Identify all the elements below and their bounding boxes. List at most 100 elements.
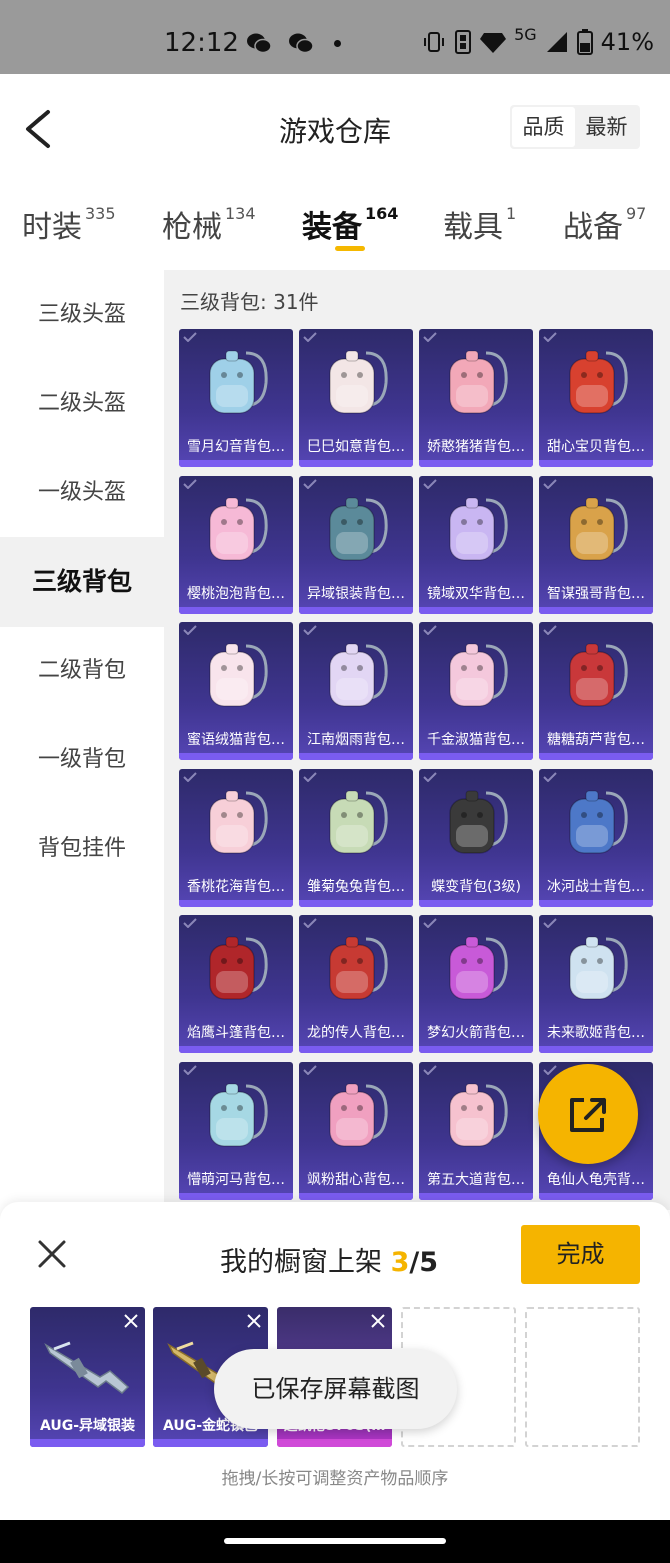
- sort-newest[interactable]: 最新: [575, 107, 638, 147]
- backpack-image: [449, 643, 508, 707]
- check-icon: [183, 332, 197, 342]
- item-card[interactable]: 巳巳如意背包…: [299, 329, 413, 467]
- rarity-strip: [179, 1193, 293, 1200]
- diamond-icon: [480, 33, 507, 53]
- check-icon: [543, 1065, 557, 1075]
- wechat-icon: [289, 33, 314, 54]
- signal-icon: [546, 32, 567, 52]
- item-name: 雏菊兔兔背包…: [307, 879, 405, 895]
- tab-label: 载具: [443, 210, 503, 245]
- backpack-image: [209, 497, 268, 561]
- backpack-image: [449, 790, 508, 854]
- item-card[interactable]: 龙的传人背包…: [299, 915, 413, 1053]
- nfc-icon: [455, 30, 472, 54]
- check-icon: [183, 479, 197, 489]
- backpack-image: [209, 643, 268, 707]
- item-card[interactable]: 樱桃泡泡背包…: [179, 476, 293, 614]
- item-card[interactable]: 雏菊兔兔背包…: [299, 769, 413, 907]
- backpack-image: [569, 350, 628, 414]
- item-name: 龙的传人背包…: [307, 1025, 405, 1041]
- rarity-strip: [153, 1439, 268, 1447]
- showcase-slot-1[interactable]: AUG-异域银装: [30, 1307, 145, 1447]
- tab-label: 装备: [302, 210, 362, 245]
- tab-equipment[interactable]: 装备 164: [302, 202, 398, 246]
- item-card[interactable]: 雪月幻音背包…: [179, 329, 293, 467]
- tab-count: 335: [85, 204, 116, 223]
- item-name: 江南烟雨背包…: [307, 732, 405, 748]
- tab-guns[interactable]: 枪械 134: [162, 202, 256, 246]
- subcategory-sidebar: 三级头盔 二级头盔 一级头盔 三级背包 二级背包 一级背包 背包挂件: [0, 270, 164, 1210]
- item-card[interactable]: 未来歌姬背包…: [539, 915, 653, 1053]
- check-icon: [183, 772, 197, 782]
- done-button[interactable]: 完成: [521, 1225, 640, 1284]
- item-name: 甜心宝贝背包…: [547, 439, 645, 455]
- tab-label: 枪械: [162, 210, 222, 245]
- check-icon: [423, 625, 437, 635]
- item-card[interactable]: 飒粉甜心背包…: [299, 1062, 413, 1200]
- backpack-image: [329, 936, 388, 1000]
- item-name: 龟仙人龟壳背…: [547, 1172, 645, 1188]
- remove-icon[interactable]: [246, 1313, 262, 1329]
- sidebar-item-backpack-lv3[interactable]: 三级背包: [0, 537, 164, 627]
- item-card[interactable]: 智谋强哥背包…: [539, 476, 653, 614]
- backpack-image: [209, 1083, 268, 1147]
- item-card[interactable]: 冰河战士背包…: [539, 769, 653, 907]
- item-card[interactable]: 梦幻火箭背包…: [419, 915, 533, 1053]
- sort-toggle: 品质 最新: [510, 105, 640, 149]
- check-icon: [303, 918, 317, 928]
- tab-fashion[interactable]: 时装 335: [22, 202, 116, 246]
- check-icon: [303, 332, 317, 342]
- sidebar-item-helmet-lv1[interactable]: 一级头盔: [0, 448, 164, 538]
- item-name: 焰鹰斗篷背包…: [187, 1025, 285, 1041]
- system-nav-bar: [0, 1520, 670, 1563]
- check-icon: [423, 1065, 437, 1075]
- rarity-strip: [539, 900, 653, 907]
- battery-icon: [576, 29, 593, 55]
- sidebar-item-backpack-lv2[interactable]: 二级背包: [0, 626, 164, 716]
- sidebar-item-backpack-lv1[interactable]: 一级背包: [0, 715, 164, 805]
- item-card[interactable]: 蝶变背包(3级): [419, 769, 533, 907]
- item-card[interactable]: 娇憨猪猪背包…: [419, 329, 533, 467]
- remove-icon[interactable]: [370, 1313, 386, 1329]
- item-name: 千金淑猫背包…: [427, 732, 525, 748]
- backpack-image: [449, 936, 508, 1000]
- sidebar-item-helmet-lv2[interactable]: 二级头盔: [0, 359, 164, 449]
- network-type: 5G: [514, 24, 537, 44]
- tab-vehicles[interactable]: 载具 1: [443, 202, 516, 246]
- backpack-image: [329, 497, 388, 561]
- backpack-image: [569, 497, 628, 561]
- rarity-strip: [299, 1193, 413, 1200]
- backpack-image: [569, 790, 628, 854]
- battery-level: 41%: [600, 28, 654, 56]
- tab-supplies[interactable]: 战备 97: [563, 202, 646, 246]
- sort-quality[interactable]: 品质: [512, 107, 575, 147]
- remove-icon[interactable]: [123, 1313, 139, 1329]
- item-card[interactable]: 糖糖葫芦背包…: [539, 622, 653, 760]
- showcase-slot-5-empty[interactable]: [525, 1307, 640, 1447]
- item-card[interactable]: 懵萌河马背包…: [179, 1062, 293, 1200]
- check-icon: [183, 918, 197, 928]
- check-icon: [423, 772, 437, 782]
- item-name: 娇憨猪猪背包…: [427, 439, 525, 455]
- tab-count: 164: [365, 204, 399, 223]
- item-card[interactable]: 千金淑猫背包…: [419, 622, 533, 760]
- close-icon[interactable]: [36, 1238, 68, 1270]
- item-card[interactable]: 香桃花海背包…: [179, 769, 293, 907]
- item-card[interactable]: 蜜语绒猫背包…: [179, 622, 293, 760]
- item-card[interactable]: 第五大道背包…: [419, 1062, 533, 1200]
- item-card[interactable]: 异域银装背包…: [299, 476, 413, 614]
- sidebar-item-backpack-charm[interactable]: 背包挂件: [0, 804, 164, 894]
- item-name: 糖糖葫芦背包…: [547, 732, 645, 748]
- item-card[interactable]: 焰鹰斗篷背包…: [179, 915, 293, 1053]
- rarity-strip: [539, 1193, 653, 1200]
- item-card[interactable]: 江南烟雨背包…: [299, 622, 413, 760]
- item-card[interactable]: 甜心宝贝背包…: [539, 329, 653, 467]
- tab-label: 战备: [563, 210, 623, 245]
- share-fab-button[interactable]: [538, 1064, 638, 1164]
- tab-count: 134: [225, 204, 256, 223]
- rarity-strip: [419, 753, 533, 760]
- backpack-image: [449, 1083, 508, 1147]
- item-card[interactable]: 镜域双华背包…: [419, 476, 533, 614]
- sidebar-item-helmet-lv3[interactable]: 三级头盔: [0, 270, 164, 360]
- home-indicator[interactable]: [224, 1538, 446, 1544]
